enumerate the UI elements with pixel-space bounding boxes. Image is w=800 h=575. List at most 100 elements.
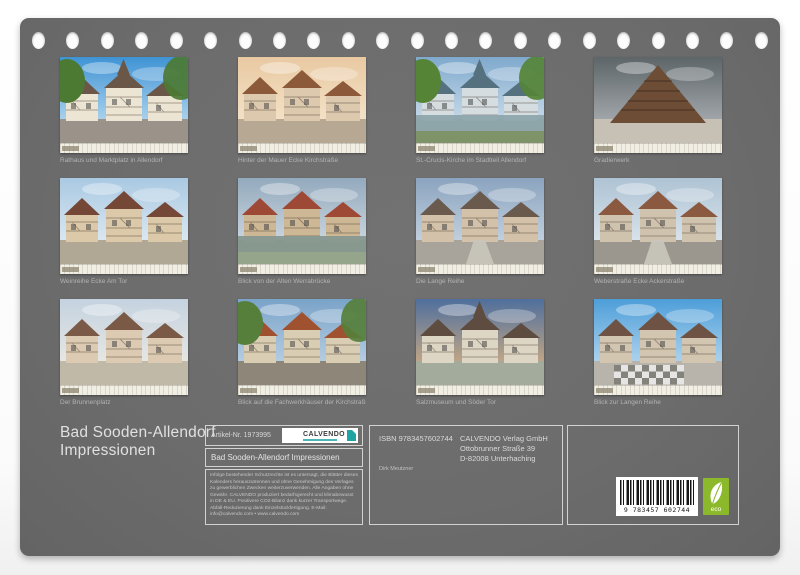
calendar-month-thumbnail: Der Brunnenplatz [60,299,188,420]
binding-hole [514,32,527,49]
thumbnail-photo [238,299,366,385]
thumbnail-photo [416,178,544,264]
thumbnail-month-label [596,267,613,272]
thumbnail-month-label [240,146,257,151]
thumbnail-photo [238,178,366,264]
ean-barcode: 9 783457 602744 [616,477,698,516]
binding-hole [239,32,252,49]
thumbnail-photo [416,57,544,143]
thumbnail-photo [60,178,188,264]
calendar-month-thumbnail: Blick auf die Fachwerkhäuser der Kirchst… [238,299,366,420]
calendar-title-line1: Bad Sooden-Allendorf [60,424,216,442]
binding-hole [720,32,733,49]
calendar-title-line2: Impressionen [60,442,216,460]
calvendo-logo-icon [347,430,356,441]
thumbnail-photo [60,57,188,143]
binding-hole [686,32,699,49]
calendar-month-thumbnail: Weberstraße Ecke Ackerstraße [594,178,722,299]
info-column-right: 9 783457 602744 eco [567,425,739,525]
article-number-box: Artikel-Nr. 1973995 CALVENDO [205,425,363,446]
thumbnail-photo [594,57,722,143]
binding-hole [479,32,492,49]
binding-hole [617,32,630,49]
leaf-icon [705,480,727,508]
photographer-credit: Dirk Meutzner [379,466,413,472]
calendar-month-thumbnail: Blick zur Langen Reihe [594,299,722,420]
calendar-month-thumbnail: Rathaus und Marktplatz in Allendorf [60,57,188,178]
calendar-month-thumbnail: Gradierwerk [594,57,722,178]
thumbnail-caption: Blick von der Alten Werrabrücke [238,278,366,285]
thumbnail-date-strip [416,264,544,274]
article-number: Artikel-Nr. 1973995 [211,432,271,439]
thumbnail-caption: Gradierwerk [594,157,722,164]
thumbnail-date-strip [60,264,188,274]
binding-hole [548,32,561,49]
thumbnail-caption: Weinreihe Ecke Am Tor [60,278,188,285]
thumbnail-photo [238,57,366,143]
binding-hole [307,32,320,49]
eco-logo: eco [703,478,729,515]
binding-hole [755,32,768,49]
thumbnail-month-label [596,146,613,151]
binding-hole [66,32,79,49]
thumbnail-caption: Der Brunnenplatz [60,399,188,406]
info-column-left: Artikel-Nr. 1973995 CALVENDO Bad Sooden-… [205,425,363,525]
calendar-title: Bad Sooden-Allendorf Impressionen [60,424,216,460]
thumbnail-date-strip [60,143,188,153]
thumbnail-photo [416,299,544,385]
thumbnail-date-strip [238,143,366,153]
thumbnail-caption: Hinter der Mauer Ecke Kirchstraße [238,157,366,164]
thumbnail-month-label [596,388,613,393]
thumbnail-caption: Blick auf die Fachwerkhäuser der Kirchst… [238,399,366,406]
thumbnail-date-strip [594,385,722,395]
thumbnail-month-label [418,267,435,272]
calendar-month-thumbnail: Salzmuseum und Söder Tor [416,299,544,420]
calvendo-logo-tagline [303,439,337,441]
thumbnail-photo [60,299,188,385]
calvendo-logo-text: CALVENDO [303,431,345,438]
calvendo-logo: CALVENDO [282,428,358,443]
fine-print-box: Infolge bestehender Schutzrechte ist es … [205,469,363,525]
binding-hole [204,32,217,49]
thumbnail-caption: Die Lange Reihe [416,278,544,285]
thumbnail-caption: Weberstraße Ecke Ackerstraße [594,278,722,285]
calendar-month-thumbnail: Weinreihe Ecke Am Tor [60,178,188,299]
eco-label: eco [711,507,721,514]
binding-hole [32,32,45,49]
binding-hole [342,32,355,49]
thumbnail-caption: St.-Crucis-Kirche im Stadtteil Allendorf [416,157,544,164]
thumbnail-date-strip [594,264,722,274]
thumbnail-date-strip [594,143,722,153]
product-photo-background: Rathaus und Marktplatz in Allendorf Hint… [0,0,800,575]
thumbnail-month-label [240,267,257,272]
barcode-bars [620,480,694,505]
thumbnail-date-strip [416,385,544,395]
isbn-number: ISBN 9783457602744 [379,434,453,443]
publisher-name: CALVENDO Verlag GmbH [460,434,548,444]
calendar-month-thumbnail: Blick von der Alten Werrabrücke [238,178,366,299]
thumbnail-date-strip [238,385,366,395]
thumbnail-month-label [418,388,435,393]
thumbnail-month-label [62,146,79,151]
thumbnail-caption: Salzmuseum und Söder Tor [416,399,544,406]
binding-hole [411,32,424,49]
thumbnail-date-strip [416,143,544,153]
publisher-city: D-82008 Unterhaching [460,454,548,464]
thumbnail-month-label [62,267,79,272]
binding-hole [652,32,665,49]
thumbnail-grid: Rathaus und Marktplatz in Allendorf Hint… [60,57,722,420]
binding-hole [170,32,183,49]
thumbnail-date-strip [238,264,366,274]
thumbnail-photo [594,178,722,264]
binding-hole [583,32,596,49]
binding-hole [135,32,148,49]
thumbnail-photo [594,299,722,385]
thumbnail-month-label [418,146,435,151]
calendar-title-box: Bad Sooden-Allendorf Impressionen [205,448,363,467]
thumbnail-date-strip [60,385,188,395]
info-column-middle: ISBN 9783457602744 CALVENDO Verlag GmbH … [369,425,563,525]
thumbnail-month-label [240,388,257,393]
binding-hole [101,32,114,49]
spiral-binding-holes [32,31,768,49]
thumbnail-caption: Rathaus und Marktplatz in Allendorf [60,157,188,164]
